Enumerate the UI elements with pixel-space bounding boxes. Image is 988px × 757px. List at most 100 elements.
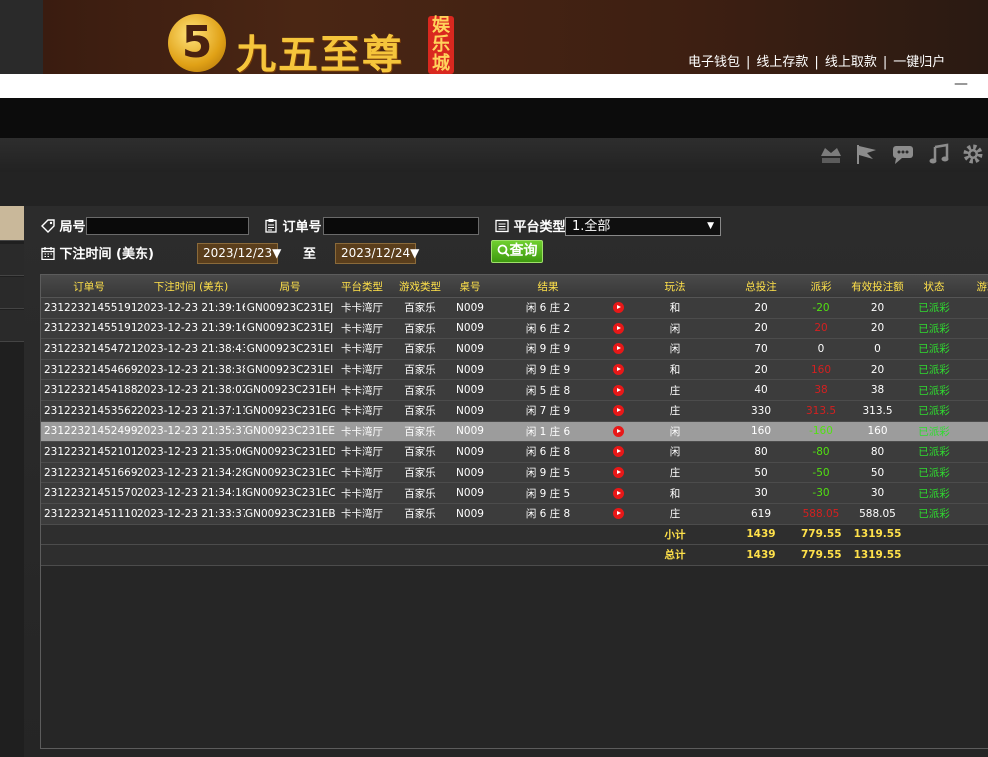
table-row[interactable]: 231223214547215 2023-12-23 21:38:43 GN0092…	[41, 338, 988, 360]
col-result[interactable]: 结果	[489, 275, 607, 298]
col-time[interactable]: 下注时间 (美东)	[137, 275, 245, 298]
nav-withdraw-link[interactable]: 线上取款	[825, 55, 877, 70]
nav-deposit-link[interactable]: 线上存款	[756, 55, 808, 70]
cell-replay[interactable]	[607, 421, 629, 443]
cell-platform: 卡卡湾厅	[335, 482, 389, 504]
col-valid[interactable]: 有效投注额	[841, 275, 914, 298]
cell-total: 619	[721, 503, 801, 525]
cell-replay[interactable]	[607, 359, 629, 381]
cell-platform: 卡卡湾厅	[335, 421, 389, 443]
minimize-button[interactable]: —	[954, 76, 968, 92]
cell-replay[interactable]	[607, 338, 629, 360]
col-round[interactable]: 局号	[245, 275, 335, 298]
table-row[interactable]: 231223214535628 2023-12-23 21:37:11 GN0092…	[41, 400, 988, 422]
side-tab[interactable]	[0, 244, 24, 276]
col-mode[interactable]: 游戏模式	[954, 275, 988, 298]
play-video-icon[interactable]	[612, 508, 624, 520]
table-row[interactable]: 231223214551915 2023-12-23 21:39:16 GN0092…	[41, 297, 988, 319]
nav-consolidate-link[interactable]: 一键归户	[893, 55, 945, 70]
cell-replay[interactable]	[607, 318, 629, 340]
side-tab[interactable]	[0, 310, 24, 342]
cell-replay[interactable]	[607, 503, 629, 525]
platform-select[interactable]: 1.全部 ▼	[565, 217, 721, 236]
cell-round: GN00923C231EI	[245, 359, 335, 381]
side-tab-active[interactable]	[0, 206, 24, 241]
cell-game: 百家乐	[389, 482, 451, 504]
play-video-icon[interactable]	[612, 446, 624, 458]
cell-time: 2023-12-23 21:37:11	[137, 400, 245, 422]
sum-total: 1439	[721, 524, 801, 546]
cell-platform: 卡卡湾厅	[335, 503, 389, 525]
play-video-icon[interactable]	[612, 405, 624, 417]
cell-game: 百家乐	[389, 318, 451, 340]
col-game[interactable]: 游戏类型	[389, 275, 451, 298]
time-filter-label: 下注时间 (美东)	[41, 243, 154, 262]
table-row[interactable]: 231223214546699 2023-12-23 21:38:38 GN0092…	[41, 359, 988, 381]
play-video-icon[interactable]	[612, 302, 624, 314]
table-row[interactable]: 231223214515704 2023-12-23 21:34:18 GN0092…	[41, 482, 988, 504]
cell-replay[interactable]	[607, 297, 629, 319]
cell-replay[interactable]	[607, 400, 629, 422]
cell-payout: -50	[801, 462, 841, 484]
col-order[interactable]: 订单号	[41, 275, 137, 298]
table-row[interactable]: 231223214541885 2023-12-23 21:38:02 GN0092…	[41, 379, 988, 401]
play-video-icon[interactable]	[612, 467, 624, 479]
cell-platform: 卡卡湾厅	[335, 441, 389, 463]
round-label-text: 局号	[59, 220, 86, 235]
platform-label-text: 平台类型	[513, 220, 566, 235]
time-label-text: 下注时间 (美东)	[59, 247, 154, 262]
play-video-icon[interactable]	[612, 322, 624, 334]
gear-icon[interactable]	[960, 142, 986, 166]
play-video-icon[interactable]	[612, 384, 624, 396]
order-input[interactable]	[323, 217, 479, 235]
play-video-icon[interactable]	[612, 364, 624, 376]
side-tab[interactable]	[0, 277, 24, 309]
flag-icon[interactable]	[854, 142, 880, 166]
cell-platform: 卡卡湾厅	[335, 338, 389, 360]
chat-icon[interactable]	[890, 142, 916, 166]
cell-replay[interactable]	[607, 482, 629, 504]
col-platform[interactable]: 平台类型	[335, 275, 389, 298]
cell-valid: 0	[841, 338, 914, 360]
grandtotal-row: 总计 1439 779.55 1319.55	[41, 544, 988, 566]
cell-valid: 20	[841, 359, 914, 381]
cell-platform: 卡卡湾厅	[335, 297, 389, 319]
play-video-icon[interactable]	[612, 425, 624, 437]
subtotal-row: 小计 1439 779.55 1319.55	[41, 524, 988, 546]
col-total[interactable]: 总投注	[721, 275, 801, 298]
cell-order: 231223214535628	[41, 400, 137, 422]
cell-table: N009	[451, 297, 489, 319]
table-row[interactable]: 231223214524997 2023-12-23 21:35:37 GN0092…	[41, 421, 988, 443]
play-video-icon[interactable]	[612, 343, 624, 355]
col-payout[interactable]: 派彩	[801, 275, 841, 298]
date-to-picker[interactable]: 2023/12/24▼	[335, 243, 419, 264]
table-row[interactable]: 231223214551914 2023-12-23 21:39:16 GN0092…	[41, 318, 988, 340]
cell-bet-type: 庄	[629, 462, 721, 484]
table-row[interactable]: 231223214511102 2023-12-23 21:33:37 GN0092…	[41, 503, 988, 525]
cell-round: GN00923C231EG	[245, 400, 335, 422]
cell-status: 已派彩	[914, 482, 954, 504]
round-input[interactable]	[86, 217, 249, 235]
cell-valid: 20	[841, 318, 914, 340]
col-bet-type[interactable]: 玩法	[629, 275, 721, 298]
cell-time: 2023-12-23 21:35:37	[137, 421, 245, 443]
cell-result: 闲 9 庄 5	[489, 462, 607, 484]
table-row[interactable]: 231223214521015 2023-12-23 21:35:06 GN0092…	[41, 441, 988, 463]
cell-replay[interactable]	[607, 462, 629, 484]
music-icon[interactable]	[926, 142, 952, 166]
nav-wallet-link[interactable]: 电子钱包	[688, 55, 740, 70]
cell-status: 已派彩	[914, 421, 954, 443]
table-row[interactable]: 231223214516699 2023-12-23 21:34:28 GN0092…	[41, 462, 988, 484]
vip-icon[interactable]	[818, 142, 844, 166]
cell-replay[interactable]	[607, 441, 629, 463]
query-button[interactable]: 查询	[491, 240, 543, 263]
col-table[interactable]: 桌号	[451, 275, 489, 298]
date-from-picker[interactable]: 2023/12/23▼	[197, 243, 281, 264]
cell-replay[interactable]	[607, 379, 629, 401]
play-video-icon[interactable]	[612, 487, 624, 499]
col-status[interactable]: 状态	[914, 275, 954, 298]
cell-status: 已派彩	[914, 503, 954, 525]
cell-mode: -	[954, 400, 988, 422]
cell-mode: -	[954, 482, 988, 504]
cell-time: 2023-12-23 21:38:38	[137, 359, 245, 381]
